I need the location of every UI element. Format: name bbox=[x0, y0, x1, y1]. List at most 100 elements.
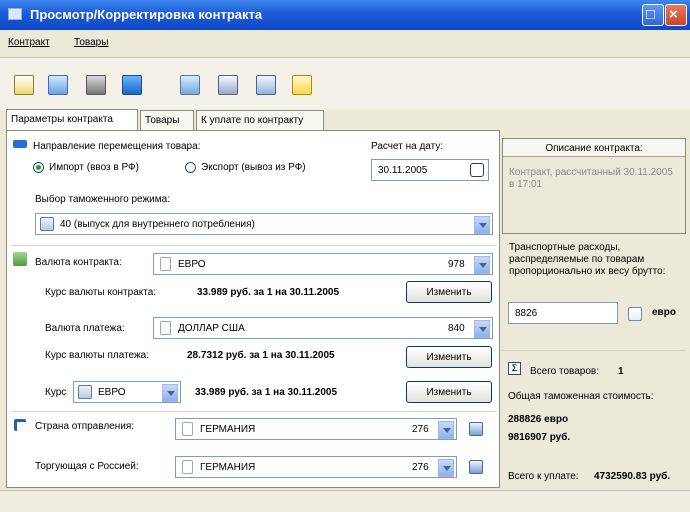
rate-currency-dropdown[interactable] bbox=[162, 384, 178, 402]
close-icon: × bbox=[669, 6, 678, 23]
doc-icon bbox=[160, 257, 171, 271]
contract-currency-select[interactable]: ЕВРО 978 bbox=[153, 253, 493, 275]
change-contract-rate-button[interactable]: Изменить bbox=[406, 281, 492, 303]
country-from-code: 276 bbox=[412, 424, 429, 435]
customs-regime-value: 40 (выпуск для внутреннего потребления) bbox=[60, 219, 255, 230]
trade-country-book-icon[interactable] bbox=[469, 460, 483, 474]
calculator-icon bbox=[122, 75, 142, 95]
doc-icon bbox=[182, 460, 193, 474]
contract-currency-code: 978 bbox=[448, 259, 465, 270]
contract-rate-value: 33.989 руб. за 1 на 30.11.2005 bbox=[197, 287, 340, 298]
contract-currency-label: Валюта контракта: bbox=[35, 257, 122, 268]
country-from-label: Страна отправления: bbox=[35, 421, 135, 432]
import-label: Импорт (ввоз в РФ) bbox=[49, 162, 139, 173]
add-item-icon bbox=[180, 75, 200, 95]
transport-label: Транспортные расходы, распределяемые по … bbox=[509, 242, 666, 277]
new-document-button[interactable] bbox=[8, 69, 38, 99]
contract-currency-name: ЕВРО bbox=[178, 259, 206, 270]
change-payment-rate-button[interactable]: Изменить bbox=[406, 346, 492, 368]
wizard-icon bbox=[292, 75, 312, 95]
tab-goods[interactable]: Товары bbox=[140, 110, 194, 131]
delete-item-icon bbox=[256, 75, 276, 95]
divider-right bbox=[502, 350, 686, 351]
right-panel: Описание контракта: Контракт, рассчитанн… bbox=[502, 130, 688, 488]
sum-icon: Σ bbox=[508, 362, 521, 375]
doc-icon bbox=[160, 321, 171, 335]
contract-window: Просмотр/Корректировка контракта □ × Кон… bbox=[0, 0, 690, 512]
country-from-dropdown[interactable] bbox=[438, 421, 454, 439]
country-from-name: ГЕРМАНИЯ bbox=[200, 424, 256, 435]
rate-currency-select[interactable]: ЕВРО bbox=[73, 381, 181, 403]
edit-item-button[interactable] bbox=[212, 69, 242, 99]
export-radio[interactable] bbox=[185, 162, 196, 173]
menu-bar: Контракт Товары bbox=[0, 30, 690, 58]
contract-rate-label: Курс валюты контракта: bbox=[45, 287, 157, 298]
route-icon bbox=[14, 419, 26, 431]
title-bar[interactable]: Просмотр/Корректировка контракта □ × bbox=[0, 0, 690, 30]
payable-label: Всего к уплате: bbox=[508, 471, 579, 482]
rate-label: Курс bbox=[45, 387, 67, 398]
rate-currency-name: ЕВРО bbox=[98, 387, 126, 398]
divider-2 bbox=[11, 411, 497, 412]
add-item-button[interactable] bbox=[174, 69, 204, 99]
export-label: Экспорт (вывоз из РФ) bbox=[201, 162, 306, 173]
goods-count-label: Всего товаров: bbox=[530, 366, 600, 377]
tab-contract-params[interactable]: Параметры контракта bbox=[6, 109, 138, 131]
calculator-button[interactable] bbox=[116, 69, 146, 99]
trade-country-name: ГЕРМАНИЯ bbox=[200, 462, 256, 473]
print-icon bbox=[86, 75, 106, 95]
payment-rate-value: 28.7312 руб. за 1 на 30.11.2005 bbox=[187, 350, 335, 361]
window-icon bbox=[8, 8, 22, 20]
toolbar bbox=[0, 58, 690, 110]
menu-goods[interactable]: Товары bbox=[74, 37, 108, 48]
direction-label: Направление перемещения товара: bbox=[33, 141, 201, 152]
print-button[interactable] bbox=[80, 69, 110, 99]
import-radio[interactable] bbox=[33, 162, 44, 173]
contract-params-panel: Направление перемещения товара: Импорт (… bbox=[6, 130, 500, 488]
payment-currency-code: 840 bbox=[448, 323, 465, 334]
rate-value: 33.989 руб. за 1 на 30.11.2005 bbox=[195, 387, 338, 398]
rate-currency-icon bbox=[78, 385, 92, 399]
direction-icon bbox=[13, 140, 27, 148]
payable-value: 4732590.83 руб. bbox=[594, 471, 671, 482]
country-from-select[interactable]: ГЕРМАНИЯ 276 bbox=[175, 418, 457, 440]
edit-document-button[interactable] bbox=[42, 69, 72, 99]
customs-regime-select[interactable]: 40 (выпуск для внутреннего потребления) bbox=[35, 213, 493, 235]
customs-value-rub: 9816907 руб. bbox=[508, 432, 571, 443]
description-text: Контракт, рассчитанный 30.11.2005 в 17:0… bbox=[509, 167, 673, 190]
edit-document-icon bbox=[48, 75, 68, 95]
trade-country-label: Торгующая с Россией: bbox=[35, 461, 139, 472]
customs-value-eur: 288826 евро bbox=[508, 414, 569, 425]
divider-1 bbox=[11, 245, 497, 246]
description-box: Описание контракта: Контракт, рассчитанн… bbox=[502, 138, 686, 234]
trade-country-select[interactable]: ГЕРМАНИЯ 276 bbox=[175, 456, 457, 478]
delete-item-button[interactable] bbox=[250, 69, 280, 99]
close-button[interactable]: × bbox=[665, 4, 687, 26]
trade-country-dropdown[interactable] bbox=[438, 459, 454, 477]
status-bar bbox=[0, 490, 690, 512]
payment-currency-select[interactable]: ДОЛЛАР США 840 bbox=[153, 317, 493, 339]
regime-icon bbox=[40, 217, 54, 231]
edit-item-icon bbox=[218, 75, 238, 95]
maximize-button[interactable]: □ bbox=[642, 4, 664, 26]
contract-currency-dropdown[interactable] bbox=[474, 256, 490, 274]
maximize-icon: □ bbox=[646, 6, 656, 23]
customs-regime-dropdown[interactable] bbox=[474, 216, 490, 234]
country-from-book-icon[interactable] bbox=[469, 422, 483, 436]
edit-icon[interactable] bbox=[628, 307, 642, 321]
change-rate-button[interactable]: Изменить bbox=[406, 381, 492, 403]
transport-value: 8826 bbox=[515, 308, 538, 319]
currency-icon bbox=[13, 252, 27, 266]
calendar-icon[interactable] bbox=[470, 163, 484, 177]
tab-payable[interactable]: К уплате по контракту bbox=[196, 110, 324, 131]
payment-currency-dropdown[interactable] bbox=[474, 320, 490, 338]
trade-country-code: 276 bbox=[412, 462, 429, 473]
wizard-button[interactable] bbox=[286, 69, 316, 99]
transport-field[interactable]: 8826 bbox=[508, 302, 618, 324]
date-field[interactable]: 30.11.2005 bbox=[371, 159, 489, 181]
transport-unit: евро bbox=[652, 307, 676, 318]
description-header: Описание контракта: bbox=[503, 139, 685, 157]
customs-regime-label: Выбор таможенного режима: bbox=[35, 194, 170, 205]
menu-contract[interactable]: Контракт bbox=[8, 37, 50, 48]
goods-count: 1 bbox=[618, 366, 624, 377]
